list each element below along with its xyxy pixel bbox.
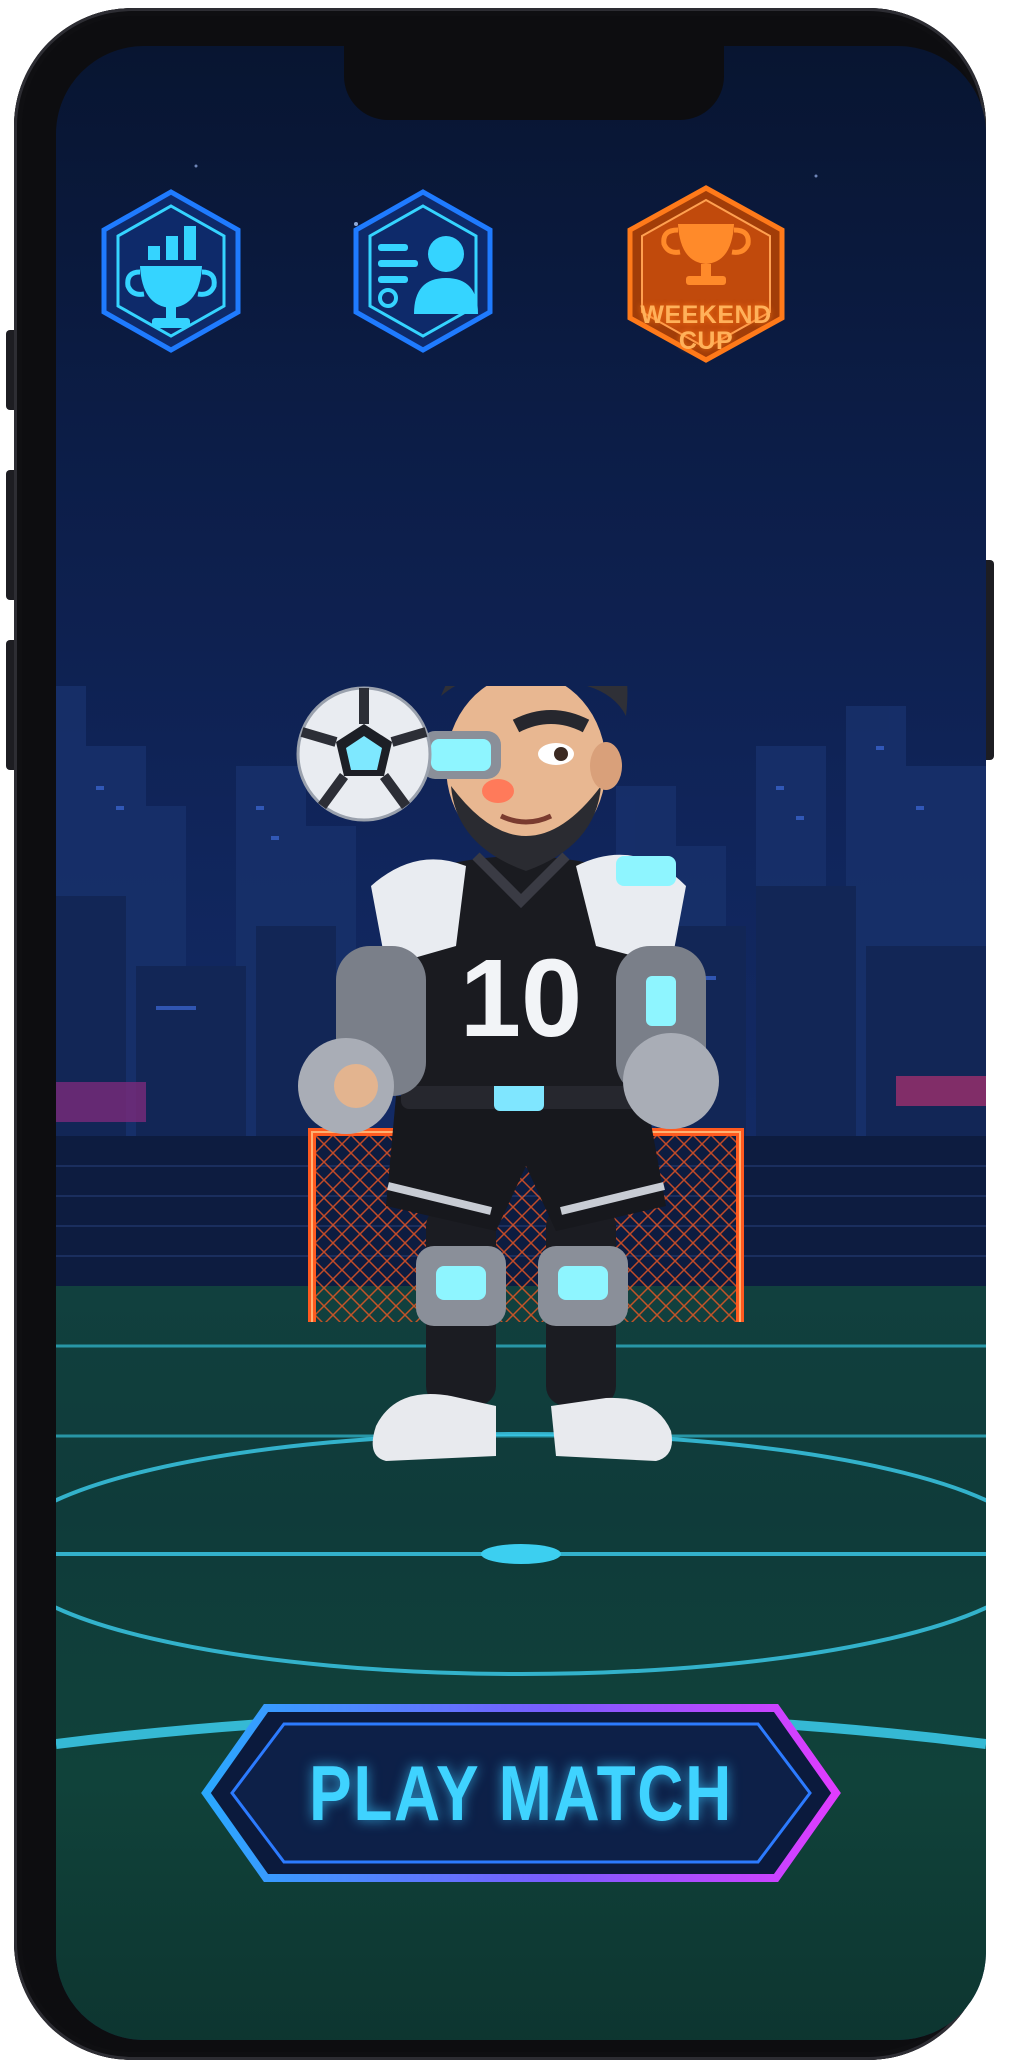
player-profile-button[interactable] xyxy=(348,186,498,356)
trophy-bars-icon xyxy=(101,189,241,353)
phone-frame: 10 WEEKEND CUP PLAY MATCH xyxy=(14,8,986,2060)
leaderboard-button[interactable] xyxy=(96,186,246,356)
weekend-cup-button[interactable]: WEEKEND CUP xyxy=(616,184,796,364)
player-profile-icon xyxy=(353,189,493,353)
weekend-cup-label-line1: WEEKEND xyxy=(640,301,772,329)
weekend-cup-label-line2: CUP xyxy=(678,327,734,355)
play-match-button[interactable]: PLAY MATCH xyxy=(196,1698,846,1888)
soccer-ball xyxy=(296,686,432,822)
jersey-number: 10 xyxy=(460,937,582,1060)
game-screen: 10 WEEKEND CUP PLAY MATCH xyxy=(56,46,986,2040)
play-match-label: PLAY MATCH xyxy=(309,1748,733,1837)
weekend-cup-label: WEEKEND CUP xyxy=(616,302,796,354)
phone-notch xyxy=(344,46,724,120)
